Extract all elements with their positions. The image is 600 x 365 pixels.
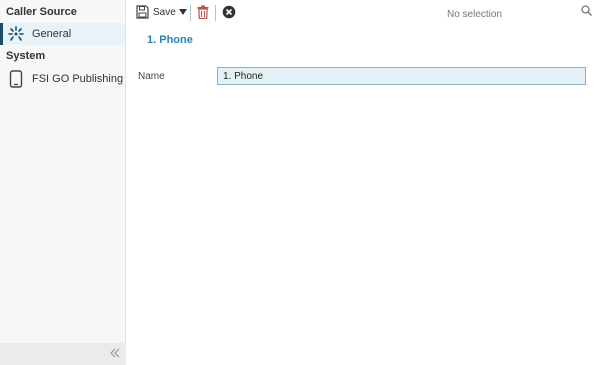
sidebar-item-label: General <box>32 28 72 40</box>
search-selection-input[interactable]: No selection <box>446 5 596 21</box>
double-chevron-left-icon[interactable] <box>110 347 120 361</box>
name-label: Name <box>138 71 165 82</box>
phone-icon <box>8 70 24 88</box>
toolbar-separator <box>215 5 216 21</box>
sidebar-item-fsi-go-publishing[interactable]: FSI GO Publishing <box>0 67 125 91</box>
section-title-caller-source: Caller Source <box>6 6 77 18</box>
sidebar-item-general[interactable]: General <box>0 23 125 45</box>
spark-icon <box>8 26 24 42</box>
search-placeholder: No selection <box>447 9 503 20</box>
main-panel: Save No selection 1. Phone Name 1. Phone <box>126 0 600 365</box>
save-icon[interactable] <box>136 5 149 19</box>
search-icon[interactable] <box>581 5 593 19</box>
section-title-system: System <box>6 50 46 62</box>
toolbar: Save No selection <box>126 0 600 26</box>
name-field[interactable] <box>217 67 586 85</box>
save-button[interactable]: Save <box>153 7 176 18</box>
delete-icon[interactable] <box>197 5 209 19</box>
toolbar-separator <box>190 5 191 21</box>
sidebar: Caller Source General System FSI GO Publ… <box>0 0 126 365</box>
save-dropdown-icon[interactable] <box>179 8 187 16</box>
page-title: 1. Phone <box>147 34 193 46</box>
sidebar-collapse-bar[interactable] <box>0 343 126 365</box>
close-icon[interactable] <box>222 5 236 19</box>
sidebar-item-label: FSI GO Publishing <box>32 73 124 85</box>
